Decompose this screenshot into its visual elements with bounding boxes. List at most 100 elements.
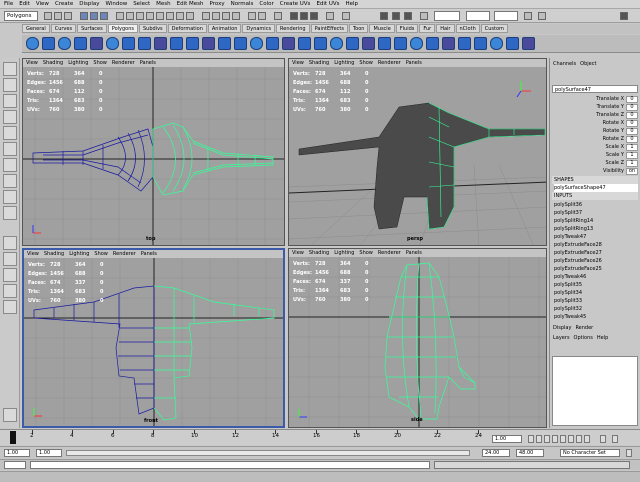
attribute-row[interactable]: Rotate X0 [552,119,638,127]
command-language-toggle[interactable] [4,461,26,469]
mask-render-icon[interactable] [176,12,184,20]
single-perspective-layout-icon[interactable] [3,236,17,250]
shelf-tab-rendering[interactable]: Rendering [276,24,310,33]
step-forward-frame-icon[interactable] [568,435,574,443]
attribute-row[interactable]: Rotate Z0 [552,135,638,143]
step-back-key-icon[interactable] [536,435,542,443]
ipr-render-icon[interactable] [300,12,308,20]
shelf-tab-muscle[interactable]: Muscle [369,24,395,33]
vp-menu-renderer[interactable]: Renderer [378,60,401,66]
vp-menu-renderer[interactable]: Renderer [378,250,401,256]
channels-tab[interactable]: Channels [553,61,576,67]
vp-menu-view[interactable]: View [27,251,39,257]
extrude-icon[interactable] [218,37,231,50]
smooth-icon[interactable] [202,37,215,50]
vp-menu-view[interactable]: View [26,60,38,66]
mode-selector[interactable]: Polygons [4,11,38,21]
history-node[interactable]: polySplitRing14 [554,217,638,225]
render-settings-icon[interactable] [310,12,318,20]
menu-view[interactable]: View [36,1,49,7]
history-node[interactable]: polySplit35 [554,281,638,289]
last-tool-icon[interactable] [3,206,17,220]
viewport-front[interactable]: View Shading Lighting Show Renderer Pane… [22,248,285,428]
poly-torus-icon[interactable] [106,37,119,50]
shelf-tab-dynamics[interactable]: Dynamics [242,24,276,33]
poly-cone-icon[interactable] [74,37,87,50]
menu-edit[interactable]: Edit [19,1,30,7]
viewport-persp[interactable]: View Shading Lighting Show Renderer Pane… [288,58,547,246]
show-hide-tool-settings-icon[interactable] [392,12,400,20]
menu-window[interactable]: Window [106,1,128,7]
snap-curve-icon[interactable] [212,12,220,20]
bridge-icon[interactable] [234,37,247,50]
playback-start-field[interactable]: 1.00 [36,449,62,457]
mirror-geometry-icon[interactable] [506,37,519,50]
scale-tool-icon[interactable] [3,142,17,156]
rotate-tool-icon[interactable] [3,126,17,140]
history-node[interactable]: polyExtrudeFace28 [554,241,638,249]
current-frame-field[interactable]: 1.00 [492,435,522,443]
auto-key-icon[interactable] [600,435,606,443]
rename-field-icon[interactable] [420,12,428,20]
play-backwards-icon[interactable] [552,435,558,443]
history-node[interactable]: polySplitRing13 [554,225,638,233]
step-back-frame-icon[interactable] [544,435,550,443]
vp-menu-panels[interactable]: Panels [141,251,157,257]
animation-end-field[interactable]: 48.00 [516,449,544,457]
harden-edge-icon[interactable] [474,37,487,50]
lasso-tool-icon[interactable] [3,78,17,92]
shelf-tab-custom[interactable]: Custom [480,24,508,33]
spherical-mapping-icon[interactable] [410,37,423,50]
go-to-end-icon[interactable] [584,435,590,443]
shelf-tab-painteffects[interactable]: PaintEffects [310,24,348,33]
menu-mesh[interactable]: Mesh [156,1,170,7]
mask-curve-icon[interactable] [136,12,144,20]
vp-menu-lighting[interactable]: Lighting [334,60,354,66]
merge-vertices-icon[interactable] [314,37,327,50]
poly-cube-icon[interactable] [42,37,55,50]
vp-menu-shading[interactable]: Shading [43,60,63,66]
mask-handle-icon[interactable] [116,12,124,20]
hypershade-layout-icon[interactable] [3,300,17,314]
vp-menu-show[interactable]: Show [359,60,373,66]
snap-plane-icon[interactable] [232,12,240,20]
show-manipulator-icon[interactable] [3,190,17,204]
vp-menu-panels[interactable]: Panels [406,250,422,256]
cylindrical-mapping-icon[interactable] [394,37,407,50]
mask-joint-icon[interactable] [126,12,134,20]
select-object-icon[interactable] [90,12,98,20]
mask-surface-icon[interactable] [146,12,154,20]
history-node[interactable]: polySplit37 [554,209,638,217]
vp-menu-show[interactable]: Show [93,60,107,66]
menu-display[interactable]: Display [79,1,99,7]
vp-menu-shading[interactable]: Shading [44,251,64,257]
animation-preferences-icon[interactable] [612,435,618,443]
menu-create[interactable]: Create [55,1,73,7]
menu-file[interactable]: File [4,1,13,7]
input-field-x[interactable] [434,11,460,21]
snap-grid-icon[interactable] [202,12,210,20]
attribute-row[interactable]: Scale Z1 [552,159,638,167]
help-menu[interactable]: Help [597,335,608,341]
shelf-tab-surfaces[interactable]: Surfaces [77,24,107,33]
shelf-tab-general[interactable]: General [22,24,50,33]
attribute-row[interactable]: Scale X1 [552,143,638,151]
absolute-transform-icon[interactable] [342,12,350,20]
menu-create-uvs[interactable]: Create UVs [280,1,311,7]
object-tab[interactable]: Object [580,61,596,67]
character-set-menu[interactable]: No Character Set [560,449,620,457]
attribute-row[interactable]: Visibility on [552,167,638,175]
key-icon[interactable] [626,449,632,457]
attribute-row[interactable]: Translate X0 [552,95,638,103]
offset-edge-loop-icon[interactable] [298,37,311,50]
paint-select-tool-icon[interactable] [3,94,17,108]
shape-node[interactable]: polySurfaceShape47 [554,184,638,192]
history-node[interactable]: polyTweak45 [554,313,638,321]
boolean-icon[interactable] [522,37,535,50]
vp-menu-shading[interactable]: Shading [309,60,329,66]
uv-texture-editor-icon[interactable] [442,37,455,50]
separate-icon[interactable] [186,37,199,50]
soften-edge-icon[interactable] [458,37,471,50]
shelf-tab-hair[interactable]: Hair [436,24,455,33]
move-tool-icon[interactable] [3,110,17,124]
